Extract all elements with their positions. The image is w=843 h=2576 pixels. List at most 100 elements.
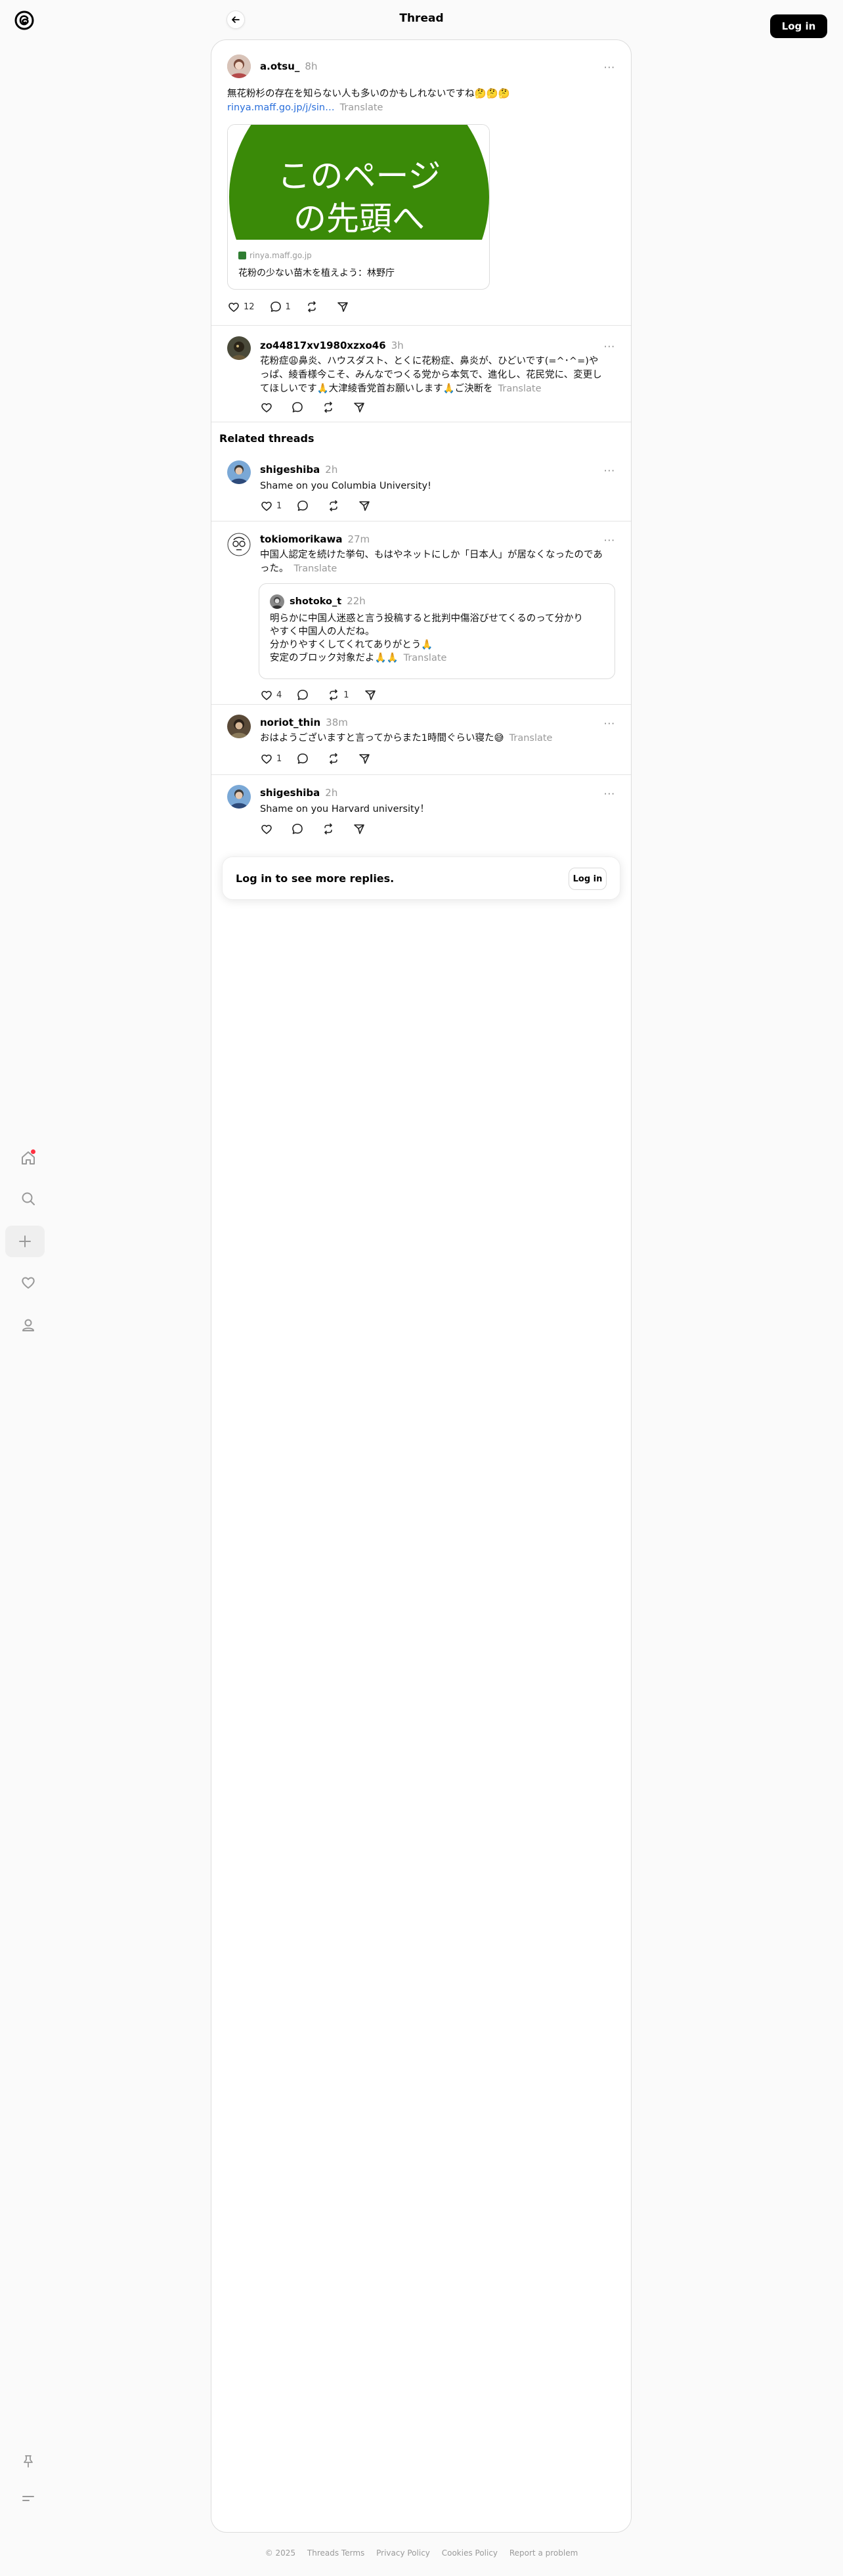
- more-options-icon[interactable]: ···: [604, 718, 615, 730]
- like-button[interactable]: [260, 822, 276, 835]
- share-button[interactable]: [358, 752, 374, 765]
- avatar[interactable]: [227, 715, 251, 738]
- reply-username[interactable]: zo44817xv1980xzxo46 3h: [260, 340, 404, 351]
- like-count: 1: [276, 500, 282, 511]
- nav-create[interactable]: [5, 1226, 45, 1257]
- reply-count: 1: [285, 301, 291, 312]
- translate-link[interactable]: Translate: [509, 733, 553, 744]
- footer-report-link[interactable]: Report a problem: [509, 2548, 578, 2558]
- like-button[interactable]: [260, 401, 276, 414]
- related-username[interactable]: tokiomorikawa 27m: [260, 533, 370, 545]
- more-options-icon[interactable]: ···: [604, 62, 615, 74]
- repost-button[interactable]: [305, 300, 322, 313]
- related-username[interactable]: noriot_thin 38m: [260, 717, 348, 728]
- link-title: 花粉の少ない苗木を植えよう：林野庁: [238, 268, 395, 278]
- post-link[interactable]: rinya.maff.go.jp/j/sin…: [227, 102, 335, 113]
- quoted-text-line: 明らかに中国人迷惑と言う投稿すると批判中傷浴びせてくるのって分かり: [270, 613, 584, 624]
- post-time: 2h: [325, 464, 338, 476]
- nav-pinned[interactable]: [9, 2445, 48, 2477]
- footer-terms-link[interactable]: Threads Terms: [307, 2548, 364, 2558]
- reply-text-line: てほしいです🙏大津綾香党首お願いします🙏ご決断を Translate: [260, 384, 542, 394]
- reply-button[interactable]: [291, 822, 307, 835]
- nav-activity[interactable]: [9, 1267, 48, 1299]
- translate-link[interactable]: Translate: [340, 102, 383, 113]
- like-count: 4: [276, 690, 282, 700]
- avatar[interactable]: [270, 594, 284, 609]
- quoted-post[interactable]: shotoko_t 22h 明らかに中国人迷惑と言う投稿すると批判中傷浴びせてくる…: [259, 583, 615, 679]
- search-icon: [22, 1192, 35, 1205]
- login-prompt-text: Log in to see more replies.: [236, 872, 395, 885]
- share-button[interactable]: [353, 401, 369, 414]
- repost-button[interactable]: 1: [327, 688, 349, 701]
- login-prompt-button[interactable]: Log in: [569, 868, 607, 890]
- footer: © 2025 Threads Terms Privacy Policy Cook…: [0, 2548, 843, 2558]
- quoted-username[interactable]: shotoko_t 22h: [290, 595, 366, 607]
- comment-icon: [297, 753, 309, 764]
- footer-copyright: © 2025: [265, 2548, 296, 2558]
- related-post[interactable]: tokiomorikawa 27m ··· 中国人認定を続けた挙句、もはやネットに…: [211, 522, 631, 704]
- footer-privacy-link[interactable]: Privacy Policy: [376, 2548, 430, 2558]
- reply-button[interactable]: 1: [269, 300, 291, 313]
- related-post[interactable]: shigeshiba 2h ··· Shame on you Harvard un…: [211, 775, 631, 847]
- repost-button[interactable]: [322, 822, 338, 835]
- related-post[interactable]: shigeshiba 2h ··· Shame on you Columbia U…: [211, 451, 631, 521]
- reply-text-line: 花粉症😩鼻炎、ハウスダスト、とくに花粉症、鼻炎が、ひどいです(=^･^=)や: [260, 356, 599, 366]
- related-text: Shame on you Columbia University!: [260, 481, 431, 491]
- more-options-icon[interactable]: ···: [604, 465, 615, 477]
- like-button[interactable]: 1: [260, 499, 282, 512]
- share-button[interactable]: [358, 499, 374, 512]
- repost-button[interactable]: [327, 752, 343, 765]
- reply-text-line: っぱ、綾香様今こそ、みんなでつくる党から本気で、進化し、花民党に、変更し: [260, 370, 602, 380]
- like-button[interactable]: 4: [260, 688, 282, 701]
- repost-button[interactable]: [327, 499, 343, 512]
- avatar[interactable]: [227, 460, 251, 484]
- repost-icon: [308, 301, 316, 313]
- reply-button[interactable]: [291, 401, 307, 414]
- share-button[interactable]: [353, 822, 369, 835]
- reply-post[interactable]: zo44817xv1980xzxo46 3h ··· 花粉症😩鼻炎、ハウスダスト、…: [211, 326, 631, 422]
- heart-icon: [228, 302, 239, 312]
- link-preview-card[interactable]: このページ の先頭へ rinya.maff.go.jp 花粉の少ない苗木を植えよ…: [227, 124, 490, 290]
- reply-button[interactable]: [296, 499, 313, 512]
- thread-panel: a.otsu_ 8h ··· 無花粉杉の存在を知らない人も多いのかもしれないですね…: [211, 39, 632, 2533]
- nav-profile[interactable]: [9, 1310, 48, 1341]
- repost-icon: [324, 823, 332, 835]
- more-options-icon[interactable]: ···: [604, 788, 615, 800]
- avatar[interactable]: [227, 336, 251, 360]
- repost-button[interactable]: [322, 401, 338, 414]
- send-icon: [364, 690, 376, 700]
- translate-link[interactable]: Translate: [294, 564, 337, 574]
- reply-button[interactable]: [296, 752, 313, 765]
- nav-menu[interactable]: [9, 2483, 48, 2514]
- heart-icon: [261, 690, 272, 700]
- more-options-icon[interactable]: ···: [604, 535, 615, 546]
- menu-icon: [22, 2496, 34, 2501]
- related-text: Shame on you Harvard university！: [260, 804, 429, 814]
- post-time: 2h: [325, 787, 338, 799]
- avatar[interactable]: [227, 533, 251, 556]
- avatar[interactable]: [227, 55, 251, 78]
- nav-search[interactable]: [9, 1183, 48, 1214]
- avatar[interactable]: [227, 785, 251, 809]
- share-button[interactable]: [336, 300, 353, 313]
- share-button[interactable]: [364, 688, 380, 701]
- repost-icon: [330, 689, 338, 701]
- main-post[interactable]: a.otsu_ 8h ··· 無花粉杉の存在を知らない人も多いのかもしれないですね…: [211, 40, 631, 325]
- post-username[interactable]: a.otsu_ 8h: [260, 60, 317, 72]
- related-username[interactable]: shigeshiba 2h: [260, 787, 337, 799]
- reply-button[interactable]: [296, 688, 313, 701]
- like-button[interactable]: 12: [227, 300, 255, 313]
- nav-home[interactable]: [9, 1142, 48, 1174]
- translate-link[interactable]: Translate: [498, 384, 542, 394]
- send-icon: [354, 403, 364, 412]
- related-username[interactable]: shigeshiba 2h: [260, 464, 337, 476]
- related-text: おはようございますと言ってからまた1時間ぐらい寝た😅 Translate: [260, 733, 553, 744]
- login-button[interactable]: Log in: [770, 14, 827, 38]
- related-post[interactable]: noriot_thin 38m ··· おはようございますと言ってからまた1時間ぐ…: [211, 705, 631, 774]
- footer-cookies-link[interactable]: Cookies Policy: [442, 2548, 498, 2558]
- translate-link[interactable]: Translate: [404, 653, 447, 663]
- post-actions: 12 1: [227, 300, 367, 314]
- like-button[interactable]: 1: [260, 752, 282, 765]
- more-options-icon[interactable]: ···: [604, 341, 615, 353]
- heart-icon: [261, 824, 272, 834]
